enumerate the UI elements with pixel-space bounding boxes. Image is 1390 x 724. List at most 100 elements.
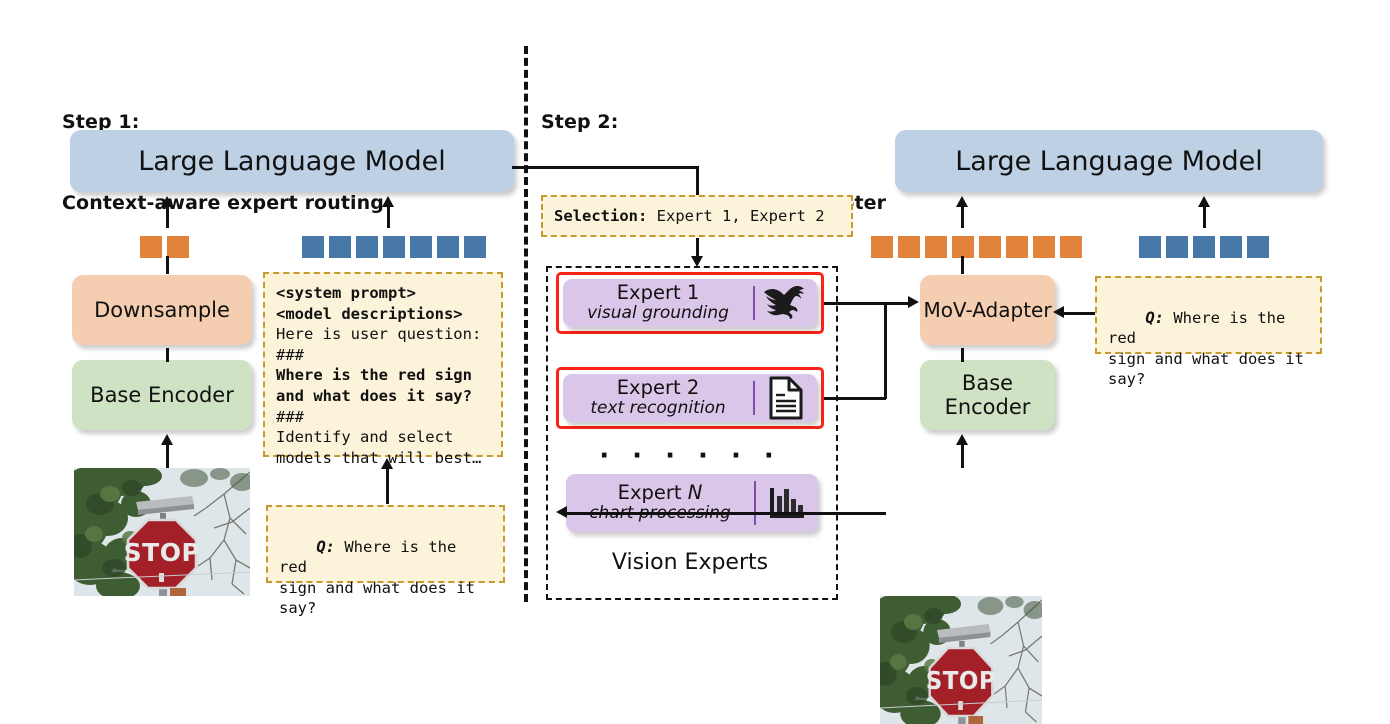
prompt-note-line: Here is user question: <box>276 325 482 344</box>
text-token <box>1220 236 1242 258</box>
prompt-note-line: Identify and select <box>276 428 454 447</box>
vision-token <box>1033 236 1055 258</box>
text-token <box>383 236 405 258</box>
prompt-note-line: ### <box>276 345 304 364</box>
left-stop-sign-image: STOP <box>74 468 250 596</box>
expert-2-highlight: Expert 2 text recognition <box>556 367 824 429</box>
left-question-to-prompt-line <box>386 468 389 504</box>
left-question-note: Q: Where is the red sign and what does i… <box>266 505 505 617</box>
vision-token <box>925 236 947 258</box>
mov-adapter-box[interactable]: MoV-Adapter <box>920 275 1055 345</box>
left-vision-token-arrowhead <box>161 196 173 207</box>
adapter-out-line <box>961 256 964 274</box>
text-token <box>410 236 432 258</box>
expert-2-name: Expert 2 <box>616 375 700 399</box>
text-token <box>437 236 459 258</box>
section-divider <box>524 46 528 602</box>
expert-n-name: Expert N <box>618 481 703 503</box>
vision-token <box>1006 236 1028 258</box>
selection-note: Selection: Expert 1, Expert 2 <box>541 195 853 237</box>
right-img-to-enc-line <box>961 444 964 468</box>
text-token <box>1193 236 1215 258</box>
left-text-token-row <box>302 236 486 258</box>
left-img-to-enc-arrowhead <box>161 434 173 445</box>
left-enc-to-down-line <box>166 348 169 362</box>
experts-merge-vline <box>884 302 887 399</box>
expert-1-out-hline <box>824 302 886 305</box>
left-prompt-note: <system prompt> <model descriptions> Here … <box>263 272 503 467</box>
vision-token <box>952 236 974 258</box>
expert-2-box[interactable]: Expert 2 text recognition <box>563 374 817 422</box>
experts-to-adapter-arrowhead <box>908 296 919 308</box>
expert-n-box[interactable]: Expert N chart processing <box>566 474 818 532</box>
expert-2-text: Expert 2 text recognition <box>563 374 753 422</box>
right-encoder-label: Base Encoder <box>944 371 1031 419</box>
step1-title-line2: Context-aware expert routing <box>62 191 384 214</box>
expert-1-highlight: Expert 1 visual grounding <box>556 272 824 334</box>
eagle-icon-glyph <box>764 286 804 319</box>
vision-token <box>898 236 920 258</box>
right-text-token-row <box>1139 236 1269 258</box>
bar-chart-icon <box>756 474 818 532</box>
vision-token <box>140 236 162 258</box>
right-encoder-box[interactable]: Base Encoder <box>920 360 1055 430</box>
image-to-experts-arrowhead <box>556 506 567 518</box>
left-downsample-label: Downsample <box>94 298 230 322</box>
right-question-note: Q: Where is the red sign and what does i… <box>1095 276 1322 388</box>
stop-sign-graphic-right: STOP <box>880 596 1042 724</box>
left-text-token-line <box>387 206 390 228</box>
text-token <box>464 236 486 258</box>
vision-token <box>871 236 893 258</box>
text-token <box>1247 236 1269 258</box>
right-stop-sign-image: STOP <box>880 596 1042 724</box>
right-enc-to-adapter-line <box>961 348 964 362</box>
left-question-text: Where is the red sign and what does it s… <box>279 537 475 618</box>
svg-text:STOP: STOP <box>926 666 997 695</box>
text-token <box>302 236 324 258</box>
text-token <box>1139 236 1161 258</box>
left-img-to-enc-line <box>166 444 169 468</box>
prompt-note-line: ### <box>276 407 304 426</box>
vision-token <box>979 236 1001 258</box>
question-to-adapter-hline <box>1062 312 1095 315</box>
expert-2-skill: text recognition <box>590 397 726 418</box>
bar-chart-icon-glyph <box>770 488 804 518</box>
left-llm-box[interactable]: Large Language Model <box>70 130 514 192</box>
prompt-note-line: <system prompt> <box>276 284 416 302</box>
right-img-to-enc-arrowhead <box>956 434 968 445</box>
vision-token <box>1060 236 1082 258</box>
step2-title: Step 2: Expert fusion with MoV-Adapter <box>541 55 886 271</box>
left-question-label: Q: <box>316 537 335 556</box>
prompt-note-line: and what does it say? <box>276 387 472 406</box>
text-token <box>329 236 351 258</box>
left-encoder-label: Base Encoder <box>90 383 234 407</box>
experts-ellipsis: · · · · · · <box>599 441 781 471</box>
prompt-note-line: <model descriptions> <box>276 304 463 323</box>
svg-text:STOP: STOP <box>124 538 201 567</box>
mov-adapter-label: MoV-Adapter <box>923 298 1052 322</box>
right-text-token-line <box>1203 206 1206 228</box>
selection-label: Selection: <box>554 206 648 225</box>
right-text-token-arrowhead <box>1198 196 1210 207</box>
right-llm-label: Large Language Model <box>955 145 1263 177</box>
left-question-to-prompt-arrowhead <box>381 458 393 469</box>
right-vision-token-line <box>961 206 964 228</box>
eagle-icon <box>755 279 817 327</box>
left-vision-token-line <box>166 206 169 228</box>
expert-1-box[interactable]: Expert 1 visual grounding <box>563 279 817 327</box>
expert-1-text: Expert 1 visual grounding <box>563 279 753 327</box>
document-icon-glyph <box>769 376 803 420</box>
document-icon <box>755 374 817 422</box>
right-llm-box[interactable]: Large Language Model <box>895 130 1323 192</box>
right-vision-token-arrowhead <box>956 196 968 207</box>
step2-title-line1: Step 2: <box>541 110 619 133</box>
left-downsample-box[interactable]: Downsample <box>72 275 252 345</box>
text-token <box>356 236 378 258</box>
right-vision-token-row <box>871 236 1082 258</box>
stop-sign-graphic: STOP <box>74 468 250 596</box>
left-encoder-box[interactable]: Base Encoder <box>72 360 252 430</box>
expert-1-skill: visual grounding <box>587 302 729 323</box>
prompt-note-line: Where is the red sign <box>276 366 472 385</box>
text-token <box>1166 236 1188 258</box>
expert-1-name: Expert 1 <box>616 280 700 304</box>
